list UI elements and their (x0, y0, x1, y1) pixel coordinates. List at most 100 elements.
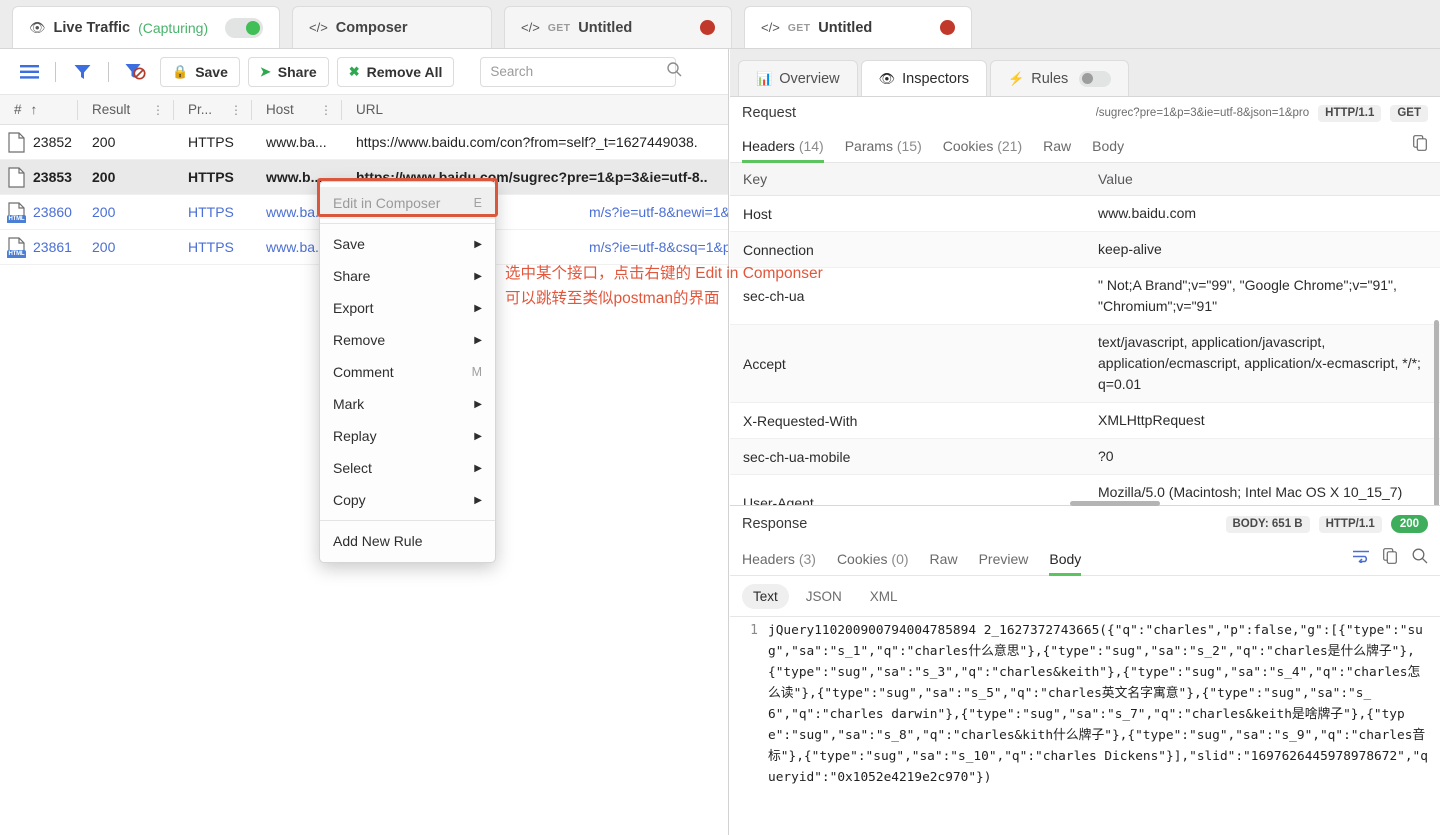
chevron-right-icon: ▶ (474, 303, 482, 314)
request-tab-row: Headers (14) Params (15) Cookies (21) Ra… (730, 129, 1440, 163)
response-tab-cookies[interactable]: Cookies (0) (837, 542, 909, 576)
column-menu-icon[interactable]: ⋮ (230, 108, 242, 112)
menu-item-add-new-rule[interactable]: Add New Rule (320, 525, 495, 557)
response-title: Response (742, 516, 807, 532)
menu-item-select[interactable]: Select ▶ (320, 452, 495, 484)
column-label: Host (266, 102, 294, 117)
row-protocol: HTTPS (174, 169, 252, 185)
row-number-cell: HTML 23860 (0, 202, 78, 223)
format-xml[interactable]: XML (859, 584, 909, 609)
context-menu[interactable]: Edit in Composer E Save ▶ Share ▶ Export… (319, 181, 496, 563)
tab-untitled-2[interactable]: </> GET Untitled (744, 6, 972, 48)
traffic-table-header: # ↑ Result ⋮ Pr... ⋮ Host ⋮ URL (0, 95, 728, 125)
chevron-right-icon: ▶ (474, 271, 482, 282)
response-section: Response BODY: 651 B HTTP/1.1 200 Header… (730, 505, 1440, 835)
format-text[interactable]: Text (742, 584, 789, 609)
tab-composer[interactable]: </> Composer (292, 6, 492, 48)
menu-separator (320, 520, 495, 521)
search-box[interactable] (480, 57, 676, 87)
table-row[interactable]: 23852 200 HTTPS www.ba... https://www.ba… (0, 125, 728, 160)
request-tab-headers[interactable]: Headers (14) (742, 129, 824, 163)
headers-vertical-scrollbar[interactable] (1434, 320, 1439, 508)
code-icon: </> (761, 20, 780, 35)
bolt-icon: ⚡ (1008, 71, 1024, 87)
response-tab-body[interactable]: Body (1049, 542, 1081, 576)
capture-toggle[interactable] (225, 18, 263, 38)
row-number-cell: 23852 (0, 132, 78, 153)
menu-item-replay[interactable]: Replay ▶ (320, 420, 495, 452)
response-tab-headers[interactable]: Headers (3) (742, 542, 816, 576)
save-button[interactable]: 🔒 Save (160, 57, 240, 87)
header-row: sec-ch-ua " Not;A Brand";v="99", "Google… (730, 268, 1440, 325)
menu-item-copy[interactable]: Copy ▶ (320, 484, 495, 516)
header-value: www.baidu.com (1085, 196, 1440, 231)
share-arrow-icon: ➤ (260, 64, 271, 80)
menu-item-edit-in-composer[interactable]: Edit in Composer E (320, 187, 495, 219)
tab-live-traffic-label: Live Traffic (54, 20, 131, 36)
menu-item-save[interactable]: Save ▶ (320, 228, 495, 260)
column-header-number[interactable]: # ↑ (0, 95, 78, 125)
menu-item-comment[interactable]: Comment M (320, 356, 495, 388)
wrap-lines-icon[interactable] (1353, 550, 1369, 568)
hamburger-icon[interactable] (12, 55, 46, 89)
column-header-url[interactable]: URL (342, 95, 728, 125)
column-label: Pr... (188, 102, 212, 117)
column-header-result[interactable]: Result ⋮ (78, 95, 174, 125)
response-body-viewer[interactable]: 1 jQuery110200900794004785894 2_16273727… (730, 616, 1440, 835)
response-tab-raw[interactable]: Raw (930, 542, 958, 576)
copy-icon[interactable] (1383, 548, 1398, 569)
column-menu-icon[interactable]: ⋮ (320, 108, 332, 112)
inspector-panel: 📊 Overview 👁 Inspectors ⚡ Rules Request … (730, 49, 1440, 835)
top-tab-bar: 👁 Live Traffic (Capturing) </> Composer … (0, 0, 1440, 49)
header-key: Host (730, 199, 1085, 229)
request-section-header: Request /sugrec?pre=1&p=3&ie=utf-8&json=… (730, 97, 1440, 129)
menu-item-export[interactable]: Export ▶ (320, 292, 495, 324)
menu-item-remove[interactable]: Remove ▶ (320, 324, 495, 356)
menu-item-share[interactable]: Share ▶ (320, 260, 495, 292)
headers-table-body[interactable]: Host www.baidu.com Connection keep-alive… (730, 196, 1440, 508)
tab-label: Body (1049, 551, 1081, 567)
chevron-right-icon: ▶ (474, 399, 482, 410)
remove-all-button[interactable]: ✖ Remove All (337, 57, 455, 87)
rules-toggle[interactable] (1079, 71, 1111, 87)
request-tab-raw[interactable]: Raw (1043, 129, 1071, 163)
tab-inspectors[interactable]: 👁 Inspectors (861, 60, 987, 96)
header-value: XMLHttpRequest (1085, 403, 1440, 438)
response-tab-preview[interactable]: Preview (979, 542, 1029, 576)
request-protocol-badge: HTTP/1.1 (1318, 105, 1381, 122)
html-badge: HTML (7, 250, 26, 258)
tab-rules[interactable]: ⚡ Rules (990, 60, 1129, 96)
filter-off-icon[interactable] (118, 55, 152, 89)
traffic-toolbar: 🔒 Save ➤ Share ✖ Remove All (0, 49, 728, 95)
chevron-right-icon: ▶ (474, 495, 482, 506)
format-json[interactable]: JSON (795, 584, 853, 609)
response-protocol-badge: HTTP/1.1 (1319, 516, 1382, 533)
search-input[interactable] (490, 64, 667, 79)
record-dot-icon (940, 20, 955, 35)
header-row: Connection keep-alive (730, 232, 1440, 268)
copy-icon[interactable] (1413, 135, 1428, 156)
tab-overview[interactable]: 📊 Overview (738, 60, 858, 96)
column-header-host[interactable]: Host ⋮ (252, 95, 342, 125)
headers-horizontal-scrollbar[interactable] (1070, 501, 1160, 506)
share-button[interactable]: ➤ Share (248, 57, 329, 87)
request-tab-cookies[interactable]: Cookies (21) (943, 129, 1022, 163)
menu-item-mark[interactable]: Mark ▶ (320, 388, 495, 420)
body-line: 1 jQuery110200900794004785894 2_16273727… (730, 616, 1440, 788)
row-protocol: HTTPS (174, 134, 252, 150)
request-tab-params[interactable]: Params (15) (845, 129, 922, 163)
body-divider (730, 616, 1440, 617)
filter-icon[interactable] (65, 55, 99, 89)
header-row: X-Requested-With XMLHttpRequest (730, 403, 1440, 439)
request-method-badge: GET (1390, 105, 1428, 122)
tab-label: Headers (742, 551, 795, 567)
tab-live-traffic[interactable]: 👁 Live Traffic (Capturing) (12, 6, 280, 48)
response-tab-row: Headers (3) Cookies (0) Raw Preview Body (730, 542, 1440, 576)
lock-icon: 🔒 (172, 64, 188, 80)
column-menu-icon[interactable]: ⋮ (152, 108, 164, 112)
tab-untitled-1[interactable]: </> GET Untitled (504, 6, 732, 48)
header-key: sec-ch-ua (730, 281, 1085, 311)
search-icon[interactable] (1412, 548, 1428, 569)
column-header-protocol[interactable]: Pr... ⋮ (174, 95, 252, 125)
request-tab-body[interactable]: Body (1092, 129, 1124, 163)
